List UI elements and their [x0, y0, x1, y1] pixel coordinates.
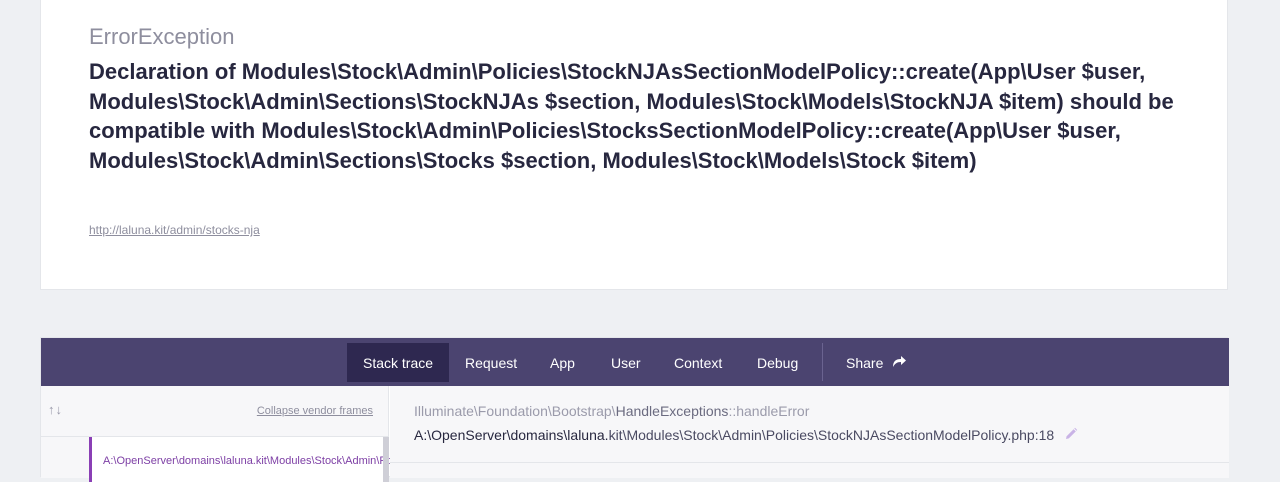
frame-list-item[interactable]: A:\OpenServer\domains\laluna.kit\Modules…	[89, 437, 393, 482]
exception-url[interactable]: http://laluna.kit/admin/stocks-nja	[89, 223, 260, 237]
frame-file-prefix: A:\OpenServer\domains\laluna.	[414, 427, 609, 443]
tab-stack-trace[interactable]: Stack trace	[347, 343, 450, 382]
tab-app[interactable]: App	[534, 343, 591, 382]
share-label: Share	[846, 354, 884, 371]
tab-separator	[822, 343, 823, 381]
tab-bar: Stack trace Request App User Context Deb…	[41, 338, 1229, 386]
exception-message: Declaration of Modules\Stock\Admin\Polic…	[89, 59, 1174, 173]
frames-sidebar: ↑↓ Collapse vendor frames A:\OpenServer\…	[41, 386, 393, 482]
frame-namespace: Illuminate\Foundation\Bootstrap\	[414, 403, 616, 419]
frame-method: ::handleError	[728, 403, 810, 419]
trace-panel: Stack trace Request App User Context Deb…	[40, 337, 1229, 482]
error-card: ErrorException Declaration of Modules\St…	[40, 0, 1228, 290]
sidebar-scrollbar[interactable]	[383, 437, 389, 482]
collapse-vendor-frames-link[interactable]: Collapse vendor frames	[257, 405, 373, 417]
share-button[interactable]: Share	[830, 343, 923, 382]
tab-request[interactable]: Request	[449, 343, 533, 382]
frame-list-item-path: A:\OpenServer\domains\laluna.kit\Modules…	[103, 455, 393, 467]
pencil-icon[interactable]	[1064, 427, 1078, 444]
detail-divider	[390, 462, 1229, 463]
frame-file-path: A:\OpenServer\domains\laluna.kit\Modules…	[414, 427, 1078, 444]
tab-context[interactable]: Context	[658, 343, 738, 382]
tab-user[interactable]: User	[595, 343, 657, 382]
frame-detail: Illuminate\Foundation\Bootstrap\HandleEx…	[390, 386, 1229, 478]
frame-file-rest: kit\Modules\Stock\Admin\Policies\StockNJ…	[608, 427, 1055, 443]
frame-class-path: Illuminate\Foundation\Bootstrap\HandleEx…	[414, 403, 809, 419]
frame-class-name: HandleExceptions	[615, 403, 729, 419]
tab-debug[interactable]: Debug	[741, 343, 814, 382]
sort-arrows-icon[interactable]: ↑↓	[48, 402, 63, 417]
exception-class: ErrorException	[89, 24, 235, 49]
share-arrow-icon	[892, 355, 907, 371]
